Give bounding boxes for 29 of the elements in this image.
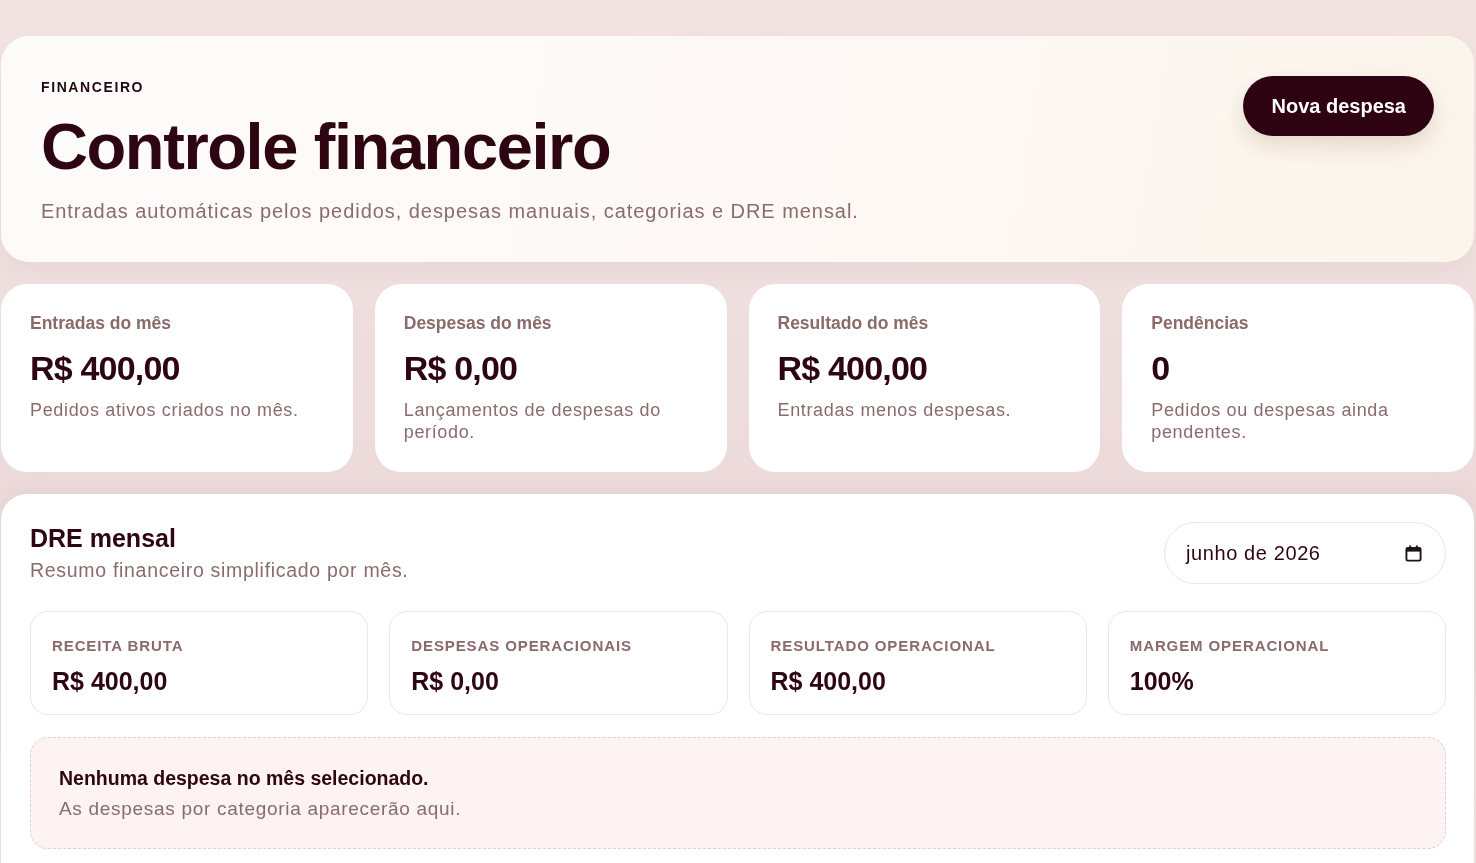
empty-state-text: As despesas por categoria aparecerão aqui. [59,797,463,821]
panel-subtitle: Resumo financeiro simplificado por mês. [30,558,409,582]
stat-value: R$ 400,00 [777,348,929,389]
stat-note: Pedidos ou despesas ainda pendentes. [1151,399,1390,443]
metric-label: RESULTADO OPERACIONAL [770,636,997,656]
metric-value: 100% [1129,666,1195,697]
stat-note: Lançamentos de despesas do período. [403,399,662,443]
stat-value: R$ 0,00 [403,348,519,389]
stat-label: Resultado do mês [777,312,930,334]
stat-label: Despesas do mês [403,312,553,334]
stat-note: Entradas menos despesas. [777,399,1013,421]
metric-label: MARGEM OPERACIONAL [1129,636,1331,656]
stat-value: R$ 400,00 [30,348,181,389]
metric-value: R$ 0,00 [411,666,500,697]
stat-note: Pedidos ativos criados no mês. [30,399,300,421]
stat-label: Entradas do mês [30,312,173,334]
section-eyebrow: FINANCEIRO [41,78,146,97]
calendar-icon[interactable] [1405,544,1422,562]
metric-value: R$ 400,00 [52,666,169,697]
stat-label: Pendências [1151,312,1250,334]
page-title: Controle financeiro [41,112,612,182]
panel-title: DRE mensal [30,523,177,554]
metric-label: DESPESAS OPERACIONAIS [411,636,633,656]
stat-value: 0 [1151,348,1171,389]
empty-state-title: Nenhuma despesa no mês selecionado. [59,766,430,790]
metric-value: R$ 400,00 [770,666,887,697]
metric-label: RECEITA BRUTA [52,636,185,656]
page-subtitle: Entradas automáticas pelos pedidos, despesas manuais, categorias e DRE mensal. [41,199,859,224]
new-expense-button[interactable]: Nova despesa [1243,76,1434,136]
